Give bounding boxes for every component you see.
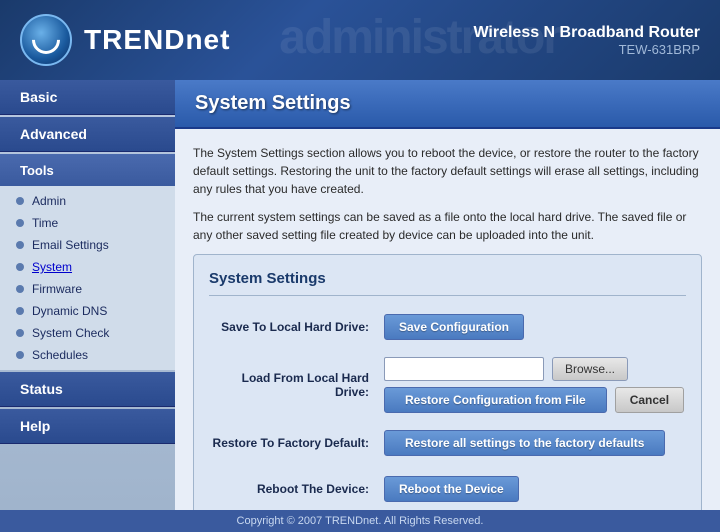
footer-text: Copyright © 2007 TRENDnet. All Rights Re… (237, 515, 484, 527)
reboot-button[interactable]: Reboot the Device (384, 476, 519, 502)
restore-factory-button[interactable]: Restore all settings to the factory defa… (384, 430, 665, 456)
product-title: Wireless N Broadband Router (473, 24, 700, 42)
bullet-icon (16, 307, 24, 315)
sidebar-item-basic[interactable]: Basic (0, 80, 175, 115)
load-from-local-row: Load From Local Hard Drive: Browse... Re… (209, 357, 686, 413)
nav-section-status: Status (0, 372, 175, 407)
logo-area: TRENDnet (20, 14, 230, 66)
sidebar-item-email[interactable]: Email Settings (0, 234, 175, 256)
save-to-local-label: Save To Local Hard Drive: (209, 320, 384, 334)
cancel-button[interactable]: Cancel (615, 387, 684, 413)
settings-panel-title: System Settings (209, 270, 686, 296)
product-model: TEW-631BRP (473, 42, 700, 57)
bullet-icon (16, 197, 24, 205)
browse-button[interactable]: Browse... (552, 357, 628, 381)
main-layout: Basic Advanced Tools Admin Time (0, 80, 720, 510)
description-2: The current system settings can be saved… (193, 208, 702, 244)
bullet-icon (16, 351, 24, 359)
sidebar: Basic Advanced Tools Admin Time (0, 80, 175, 510)
content-area: System Settings The System Settings sect… (175, 80, 720, 510)
nav-section-basic: Basic (0, 80, 175, 115)
tools-nav-items: Admin Time Email Settings System Firmwar… (0, 186, 175, 370)
save-to-local-row: Save To Local Hard Drive: Save Configura… (209, 311, 686, 343)
restore-factory-label: Restore To Factory Default: (209, 436, 384, 450)
sidebar-item-time[interactable]: Time (0, 212, 175, 234)
page-title: System Settings (195, 92, 700, 115)
restore-factory-controls: Restore all settings to the factory defa… (384, 430, 665, 456)
settings-panel: System Settings Save To Local Hard Drive… (193, 254, 702, 510)
nav-section-tools: Tools Admin Time Email Settings System (0, 154, 175, 370)
sidebar-item-status[interactable]: Status (0, 372, 175, 407)
save-configuration-button[interactable]: Save Configuration (384, 314, 524, 340)
bullet-icon (16, 263, 24, 271)
nav-section-advanced: Advanced (0, 117, 175, 152)
load-from-local-label: Load From Local Hard Drive: (209, 371, 384, 399)
sidebar-item-advanced[interactable]: Advanced (0, 117, 175, 152)
reboot-row: Reboot The Device: Reboot the Device (209, 473, 686, 505)
sidebar-item-system-check[interactable]: System Check (0, 322, 175, 344)
file-row-top: Browse... (384, 357, 684, 381)
sidebar-item-admin[interactable]: Admin (0, 190, 175, 212)
brand-name: TRENDnet (84, 24, 230, 56)
page-content: The System Settings section allows you t… (175, 129, 720, 510)
bullet-icon (16, 329, 24, 337)
sidebar-item-dynamic-dns[interactable]: Dynamic DNS (0, 300, 175, 322)
sidebar-item-tools[interactable]: Tools (0, 154, 175, 186)
restore-factory-row: Restore To Factory Default: Restore all … (209, 427, 686, 459)
description-1: The System Settings section allows you t… (193, 144, 702, 198)
bullet-icon (16, 219, 24, 227)
sidebar-item-system[interactable]: System (0, 256, 175, 278)
reboot-label: Reboot The Device: (209, 482, 384, 496)
product-info: Wireless N Broadband Router TEW-631BRP (473, 24, 700, 57)
restore-configuration-button[interactable]: Restore Configuration from File (384, 387, 607, 413)
file-input[interactable] (384, 357, 544, 381)
page-title-bar: System Settings (175, 80, 720, 129)
reboot-controls: Reboot the Device (384, 476, 519, 502)
sidebar-item-help[interactable]: Help (0, 409, 175, 444)
nav-section-help: Help (0, 409, 175, 444)
sidebar-item-schedules[interactable]: Schedules (0, 344, 175, 366)
load-controls: Browse... Restore Configuration from Fil… (384, 357, 684, 413)
bullet-icon (16, 285, 24, 293)
header: TRENDnet administrator Wireless N Broadb… (0, 0, 720, 80)
save-controls: Save Configuration (384, 314, 524, 340)
footer: Copyright © 2007 TRENDnet. All Rights Re… (0, 510, 720, 532)
sidebar-item-firmware[interactable]: Firmware (0, 278, 175, 300)
bullet-icon (16, 241, 24, 249)
logo-icon (20, 14, 72, 66)
